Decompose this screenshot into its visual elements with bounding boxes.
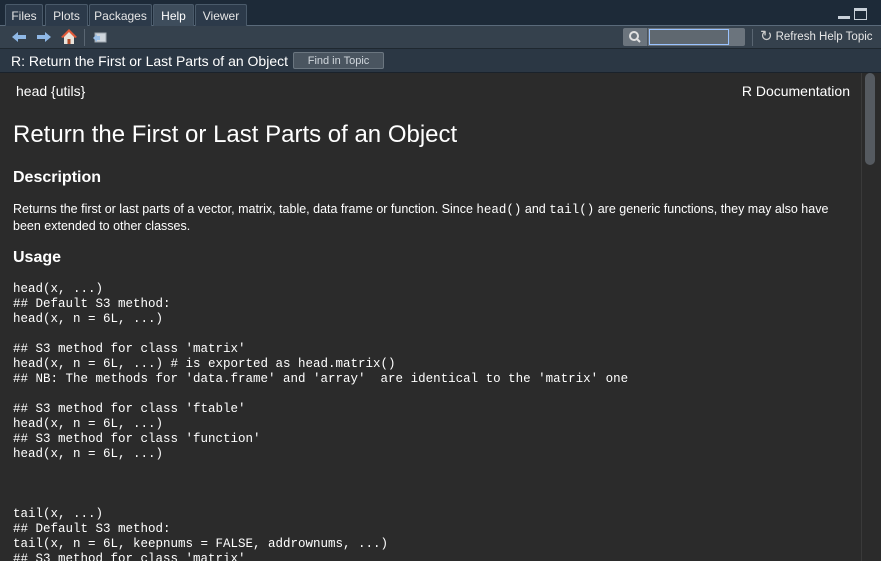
description-text: Returns the first or last parts of a vec… (13, 201, 858, 234)
refresh-help-topic-button[interactable]: ↻ Refresh Help Topic (760, 28, 873, 46)
code-head: head() (476, 203, 522, 217)
help-search-box (623, 28, 745, 46)
tab-plots[interactable]: Plots (45, 4, 88, 26)
pane-tabbar: Files Plots Packages Help Viewer (0, 0, 881, 26)
tab-files[interactable]: Files (5, 4, 43, 26)
forward-arrow-icon[interactable] (36, 29, 52, 45)
description-heading: Description (13, 169, 102, 186)
description-part: and (521, 202, 550, 216)
maximize-icon[interactable] (854, 8, 867, 20)
tab-viewer[interactable]: Viewer (195, 4, 247, 26)
usage-heading: Usage (13, 249, 62, 266)
code-tail: tail() (549, 203, 595, 217)
doc-package-label: head {utils} (16, 83, 86, 99)
doc-source-label: R Documentation (741, 83, 850, 99)
minimize-icon[interactable] (838, 8, 850, 20)
toolbar-separator (84, 29, 85, 46)
vertical-scrollbar[interactable] (861, 73, 881, 561)
page-title: Return the First or Last Parts of an Obj… (13, 121, 458, 148)
toolbar-separator (752, 29, 753, 46)
topic-bar: R: Return the First or Last Parts of an … (0, 49, 881, 73)
scrollbar-thumb[interactable] (865, 73, 875, 165)
topic-dropdown[interactable]: R: Return the First or Last Parts of an … (11, 53, 301, 69)
tab-help[interactable]: Help (153, 4, 194, 26)
help-toolbar: ↻ Refresh Help Topic (0, 26, 881, 49)
description-part: Returns the first or last parts of a vec… (13, 202, 477, 216)
show-in-window-icon[interactable] (92, 29, 108, 45)
help-search-input[interactable] (649, 29, 729, 45)
search-icon[interactable] (623, 28, 648, 46)
refresh-icon: ↻ (760, 28, 773, 45)
tab-packages[interactable]: Packages (89, 4, 152, 26)
back-arrow-icon[interactable] (11, 29, 27, 45)
home-icon[interactable] (61, 29, 77, 45)
topic-title: R: Return the First or Last Parts of an … (11, 53, 288, 69)
usage-code-block: head(x, ...) ## Default S3 method: head(… (13, 282, 629, 561)
refresh-label: Refresh Help Topic (775, 31, 873, 43)
find-in-topic-button[interactable]: Find in Topic (293, 52, 384, 69)
help-content: head {utils} R Documentation Return the … (0, 73, 861, 561)
